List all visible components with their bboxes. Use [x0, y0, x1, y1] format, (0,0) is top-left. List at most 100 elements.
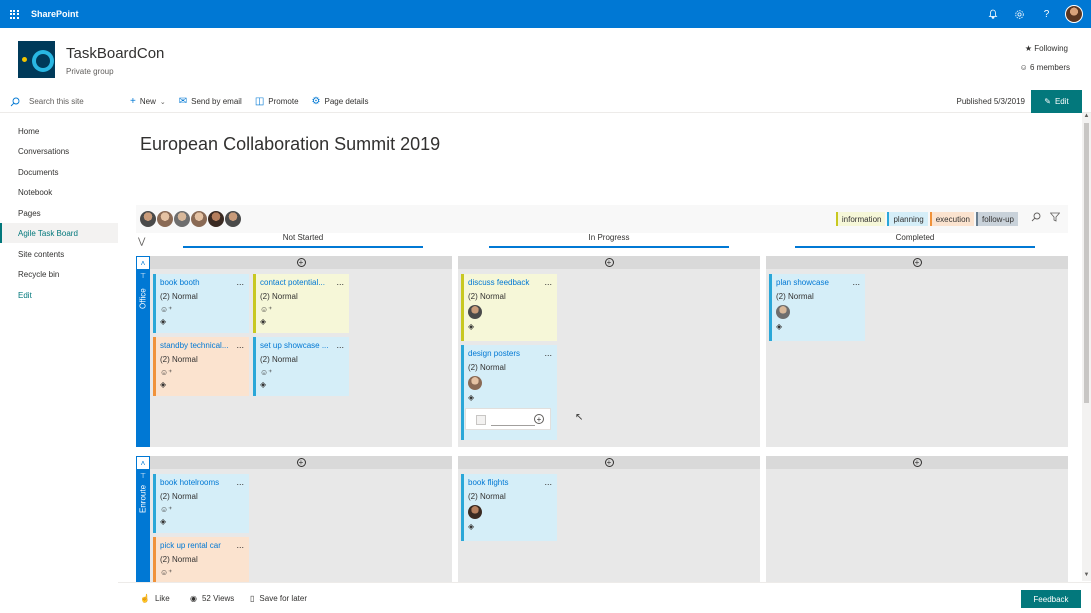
- tag-icon[interactable]: ◈: [160, 380, 245, 389]
- site-title[interactable]: TaskBoardCon: [66, 45, 164, 62]
- add-card-bar[interactable]: +: [458, 456, 760, 469]
- nav-item-site-contents[interactable]: Site contents: [0, 244, 118, 264]
- site-logo[interactable]: [18, 41, 55, 78]
- more-options-icon[interactable]: ...: [544, 348, 552, 358]
- checklist-item-input[interactable]: [491, 414, 535, 426]
- nav-item-home[interactable]: Home: [0, 121, 118, 141]
- checklist-checkbox[interactable]: [476, 415, 486, 425]
- add-card-bar[interactable]: +: [150, 256, 452, 269]
- nav-item-notebook[interactable]: Notebook: [0, 182, 118, 202]
- more-options-icon[interactable]: ...: [236, 277, 244, 287]
- avatar[interactable]: [191, 211, 207, 227]
- nav-item-conversations[interactable]: Conversations: [0, 141, 118, 161]
- page-details-button[interactable]: ⚙ Page details: [312, 96, 369, 107]
- card-title[interactable]: book hotelrooms: [160, 478, 232, 487]
- add-circle-icon[interactable]: +: [534, 414, 544, 424]
- following-button[interactable]: ★ Following: [1025, 44, 1068, 53]
- more-options-icon[interactable]: ...: [336, 340, 344, 350]
- chevron-up-icon[interactable]: ˄: [136, 456, 150, 470]
- task-card[interactable]: pick up rental car ... (2) Normal ☺⁺: [153, 537, 249, 582]
- tag-icon[interactable]: ◈: [260, 317, 345, 326]
- add-card-bar[interactable]: +: [458, 256, 760, 269]
- assign-person-icon[interactable]: ☺⁺: [160, 505, 245, 514]
- add-circle-icon[interactable]: +: [604, 458, 614, 467]
- edit-button[interactable]: ✎ Edit: [1031, 90, 1082, 113]
- add-circle-icon[interactable]: +: [912, 458, 922, 467]
- filter-icon[interactable]: [1049, 212, 1061, 225]
- more-options-icon[interactable]: ...: [236, 540, 244, 550]
- tag-icon[interactable]: ◈: [160, 517, 245, 526]
- task-card[interactable]: set up showcase ... ... (2) Normal ☺⁺ ◈: [253, 337, 349, 396]
- user-avatar[interactable]: [1060, 0, 1087, 28]
- avatar[interactable]: [225, 211, 241, 227]
- send-by-email-button[interactable]: ✉ Send by email: [179, 96, 242, 107]
- card-title[interactable]: contact potential...: [260, 278, 332, 287]
- add-circle-icon[interactable]: +: [296, 458, 306, 467]
- notifications-bell-icon[interactable]: [979, 0, 1006, 28]
- tag-icon[interactable]: ◈: [776, 322, 861, 331]
- more-options-icon[interactable]: ...: [236, 340, 244, 350]
- more-options-icon[interactable]: ...: [336, 277, 344, 287]
- pin-icon[interactable]: ⊤: [136, 472, 150, 480]
- card-title[interactable]: discuss feedback: [468, 278, 540, 287]
- members-button[interactable]: ☺ 6 members: [1020, 63, 1070, 72]
- chevron-up-icon[interactable]: ˄: [136, 256, 150, 270]
- task-card[interactable]: discuss feedback ... (2) Normal ◈: [461, 274, 557, 341]
- scroll-down-arrow-icon[interactable]: ▼: [1082, 572, 1091, 581]
- assignee-avatar[interactable]: [468, 305, 482, 319]
- task-card[interactable]: book booth ... (2) Normal ☺⁺ ◈: [153, 274, 249, 333]
- card-title[interactable]: plan showcase: [776, 278, 848, 287]
- more-options-icon[interactable]: ...: [544, 477, 552, 487]
- page-scrollbar[interactable]: ▲ ▼: [1082, 113, 1091, 581]
- tag-icon[interactable]: ◈: [468, 393, 553, 402]
- assign-person-icon[interactable]: ☺⁺: [260, 368, 345, 377]
- app-name[interactable]: SharePoint: [31, 9, 79, 19]
- assign-person-icon[interactable]: ☺⁺: [160, 568, 245, 577]
- nav-item-recycle-bin[interactable]: Recycle bin: [0, 264, 118, 284]
- new-button[interactable]: + New ⌄: [130, 96, 166, 107]
- scrollbar-thumb[interactable]: [1084, 123, 1089, 403]
- task-card[interactable]: book hotelrooms ... (2) Normal ☺⁺ ◈: [153, 474, 249, 533]
- tag-icon[interactable]: ◈: [260, 380, 345, 389]
- scroll-up-arrow-icon[interactable]: ▲: [1082, 113, 1091, 122]
- task-card[interactable]: plan showcase ... (2) Normal ◈: [769, 274, 865, 341]
- add-card-bar[interactable]: +: [150, 456, 452, 469]
- nav-edit-link[interactable]: Edit: [0, 285, 118, 305]
- tag-icon[interactable]: ◈: [468, 522, 553, 531]
- task-card[interactable]: standby technical... ... (2) Normal ☺⁺ ◈: [153, 337, 249, 396]
- card-title[interactable]: design posters: [468, 349, 540, 358]
- tag-planning[interactable]: planning: [887, 212, 928, 226]
- more-options-icon[interactable]: ...: [544, 277, 552, 287]
- tag-information[interactable]: information: [835, 212, 886, 226]
- assign-person-icon[interactable]: ☺⁺: [260, 305, 345, 314]
- save-for-later-button[interactable]: ▯ Save for later: [250, 594, 307, 603]
- assignee-avatar[interactable]: [468, 376, 482, 390]
- like-button[interactable]: ☝ Like: [140, 594, 170, 603]
- feedback-button[interactable]: Feedback: [1021, 590, 1081, 608]
- tag-icon[interactable]: ◈: [468, 322, 553, 331]
- card-title[interactable]: standby technical...: [160, 341, 232, 350]
- avatar[interactable]: [174, 211, 190, 227]
- task-card[interactable]: contact potential... ... (2) Normal ☺⁺ ◈: [253, 274, 349, 333]
- card-title[interactable]: set up showcase ...: [260, 341, 332, 350]
- card-title[interactable]: book flights: [468, 478, 540, 487]
- avatar[interactable]: [208, 211, 224, 227]
- tag-icon[interactable]: ◈: [160, 317, 245, 326]
- nav-item-pages[interactable]: Pages: [0, 203, 118, 223]
- nav-item-documents[interactable]: Documents: [0, 162, 118, 182]
- avatar[interactable]: [157, 211, 173, 227]
- app-launcher-icon[interactable]: [0, 0, 28, 28]
- more-options-icon[interactable]: ...: [852, 277, 860, 287]
- task-card[interactable]: book flights ... (2) Normal ◈: [461, 474, 557, 541]
- add-card-bar[interactable]: +: [766, 256, 1068, 269]
- more-options-icon[interactable]: ...: [236, 477, 244, 487]
- search-box[interactable]: Search this site: [0, 90, 118, 113]
- add-circle-icon[interactable]: +: [912, 258, 922, 267]
- assign-person-icon[interactable]: ☺⁺: [160, 305, 245, 314]
- nav-item-agile-task-board[interactable]: Agile Task Board: [0, 223, 118, 243]
- avatar[interactable]: [140, 211, 156, 227]
- promote-button[interactable]: ◫ Promote: [255, 96, 299, 107]
- search-icon[interactable]: [1031, 212, 1041, 225]
- assignee-avatar[interactable]: [468, 505, 482, 519]
- add-card-bar[interactable]: +: [766, 456, 1068, 469]
